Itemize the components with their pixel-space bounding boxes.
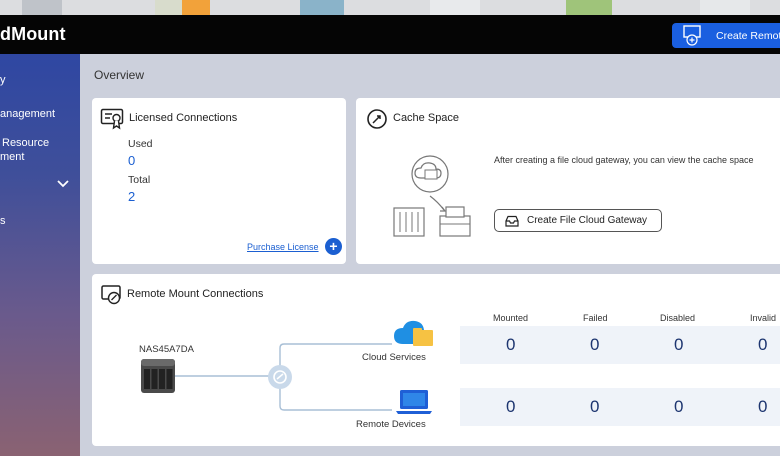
sidebar-item-management[interactable]: anagement — [0, 107, 55, 121]
total-label: Total — [128, 174, 151, 186]
remote-devices-label: Remote Devices — [356, 419, 426, 430]
create-remote-mount-label: Create Remot — [716, 29, 780, 42]
header-invalid: Invalid — [750, 313, 777, 323]
cache-space-description: After creating a file cloud gateway, you… — [494, 155, 754, 165]
page-title: Overview — [94, 68, 145, 82]
chevron-down-icon[interactable] — [57, 180, 69, 188]
laptop-icon — [396, 390, 432, 414]
certificate-icon — [100, 108, 124, 130]
used-value: 0 — [128, 153, 136, 168]
monitor-link-icon — [672, 23, 702, 48]
cloud-failed-count: 0 — [590, 335, 600, 354]
cache-space-card: Cache Space After creating a file cloud … — [356, 98, 780, 264]
desktop-icon — [182, 0, 210, 15]
sidebar-item-resource[interactable]: Resource — [2, 136, 49, 150]
header-disabled: Disabled — [660, 313, 696, 323]
header-mounted: Mounted — [493, 313, 529, 323]
desktop-background-strip — [0, 0, 780, 15]
purchase-license-link[interactable]: Purchase License — [247, 242, 319, 252]
cloud-services-label: Cloud Services — [362, 352, 426, 363]
desktop-icon — [22, 0, 62, 15]
cloud-disabled-count: 0 — [674, 335, 684, 354]
cloud-folder-icon — [394, 320, 433, 346]
create-remote-mount-button[interactable]: Create Remot — [672, 23, 780, 48]
desktop-icon — [566, 0, 612, 15]
devices-mounted-count: 0 — [506, 397, 516, 416]
inbox-tray-icon — [505, 215, 519, 227]
used-label: Used — [128, 138, 153, 150]
nas-device-icon — [141, 359, 175, 393]
desktop-icon — [300, 0, 344, 15]
nas-name: NAS45A7DA — [139, 344, 194, 355]
licensed-connections-title: Licensed Connections — [129, 112, 238, 124]
desktop-icon — [430, 0, 480, 15]
app-title: dMount — [0, 24, 66, 44]
cloud-gateway-illustration — [393, 155, 471, 237]
main-content: Overview Licensed Connections Used 0 Tot… — [80, 54, 780, 456]
hub-node-icon — [268, 365, 292, 389]
header-failed: Failed — [583, 313, 608, 323]
cache-gauge-icon — [367, 109, 387, 129]
sidebar-item-overview[interactable]: y — [0, 73, 6, 87]
cloud-mounted-count: 0 — [506, 335, 516, 354]
total-value: 2 — [128, 189, 136, 204]
remote-mount-connections-card: Remote Mount Connections NAS45A7DA Cloud… — [92, 274, 780, 446]
add-license-button[interactable]: + — [325, 238, 342, 255]
desktop-icon — [155, 0, 185, 15]
devices-failed-count: 0 — [590, 397, 600, 416]
app-header: dMount Create Remot — [0, 15, 780, 54]
licensed-connections-card: Licensed Connections Used 0 Total 2 Purc… — [92, 98, 346, 264]
sidebar-item-resource-line2: ment — [0, 151, 25, 163]
sidebar: y anagement Resource ment s — [0, 54, 80, 456]
cache-space-title: Cache Space — [393, 112, 460, 124]
sidebar-item-extra[interactable]: s — [0, 214, 6, 228]
devices-invalid-count: 0 — [758, 397, 768, 416]
create-file-cloud-gateway-label: Create File Cloud Gateway — [527, 215, 648, 226]
desktop-icon — [700, 0, 750, 15]
create-file-cloud-gateway-button[interactable]: Create File Cloud Gateway — [494, 209, 662, 232]
devices-disabled-count: 0 — [674, 397, 684, 416]
cloud-invalid-count: 0 — [758, 335, 768, 354]
